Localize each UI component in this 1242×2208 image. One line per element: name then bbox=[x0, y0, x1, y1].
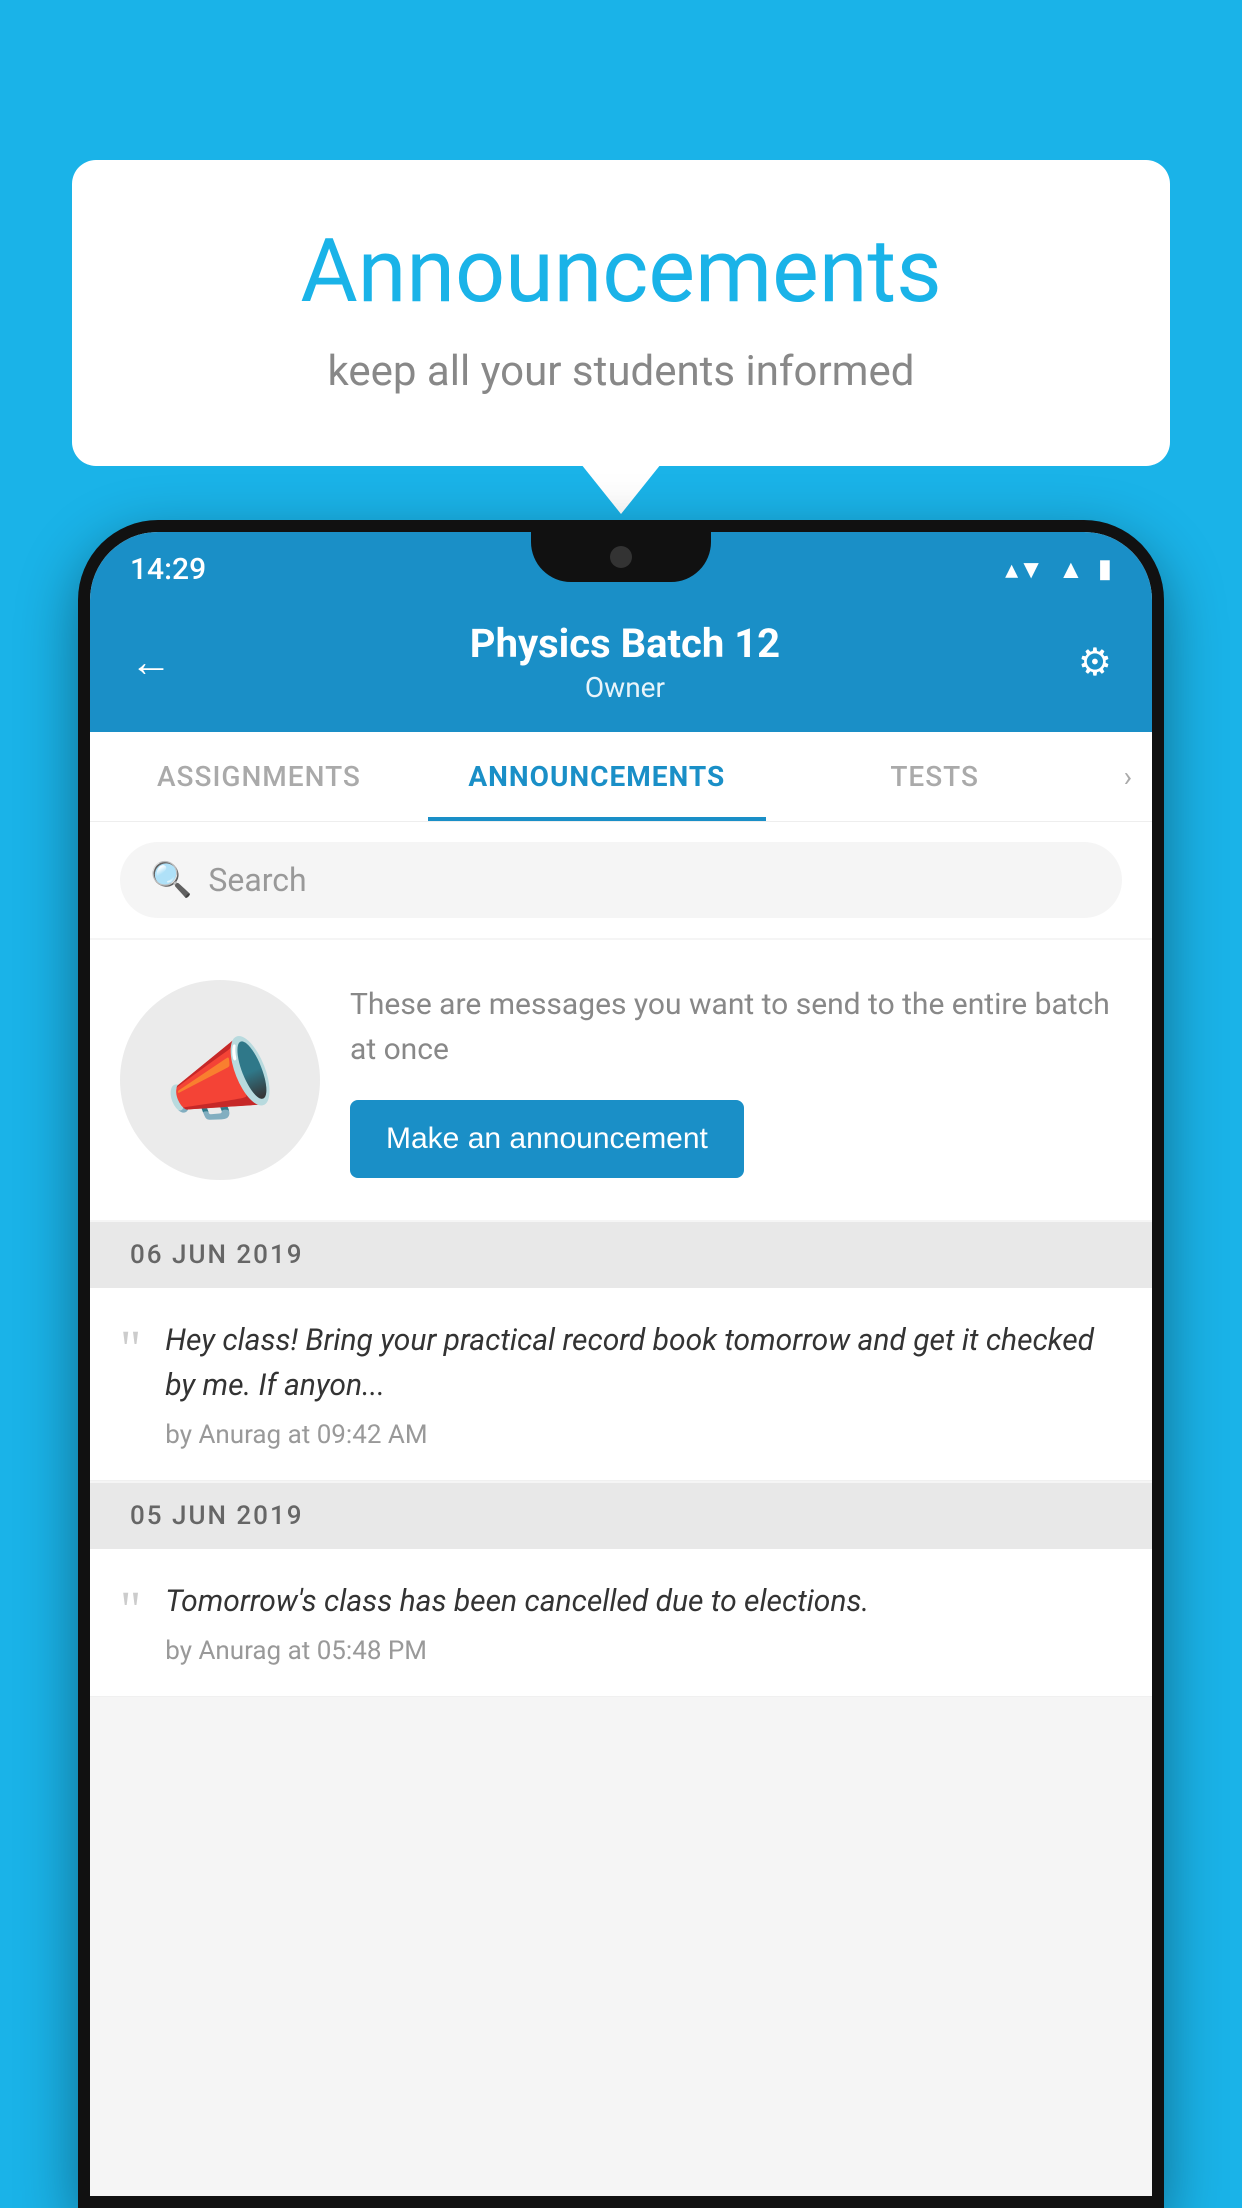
bubble-title: Announcements bbox=[152, 220, 1090, 323]
tab-announcements[interactable]: ANNOUNCEMENTS bbox=[428, 732, 766, 821]
promo-section: 📣 These are messages you want to send to… bbox=[90, 940, 1152, 1220]
announcement-meta-2: by Anurag at 05:48 PM bbox=[165, 1636, 1122, 1666]
announcement-item-2[interactable]: " Tomorrow's class has been cancelled du… bbox=[90, 1549, 1152, 1697]
announcement-content-2: Tomorrow's class has been cancelled due … bbox=[165, 1579, 1122, 1666]
signal-icon: ▲ bbox=[1058, 554, 1084, 585]
promo-icon-circle: 📣 bbox=[120, 980, 320, 1180]
search-icon: 🔍 bbox=[150, 860, 192, 900]
bubble-subtitle: keep all your students informed bbox=[152, 347, 1090, 396]
announcement-item-1[interactable]: " Hey class! Bring your practical record… bbox=[90, 1288, 1152, 1481]
announcement-text-2: Tomorrow's class has been cancelled due … bbox=[165, 1579, 1122, 1624]
promo-text: These are messages you want to send to t… bbox=[350, 982, 1122, 1072]
back-button[interactable]: ← bbox=[130, 638, 172, 687]
tab-more[interactable]: › bbox=[1104, 732, 1152, 821]
status-time: 14:29 bbox=[130, 552, 206, 587]
tab-bar: ASSIGNMENTS ANNOUNCEMENTS TESTS › bbox=[90, 732, 1152, 822]
quote-icon-2: " bbox=[120, 1585, 141, 1637]
app-header: ← Physics Batch 12 Owner ⚙ bbox=[90, 596, 1152, 732]
header-title: Physics Batch 12 bbox=[172, 620, 1078, 667]
search-bar[interactable]: 🔍 Search bbox=[120, 842, 1122, 918]
search-container: 🔍 Search bbox=[90, 822, 1152, 938]
phone-notch bbox=[531, 532, 711, 582]
header-subtitle: Owner bbox=[172, 671, 1078, 704]
speech-bubble: Announcements keep all your students inf… bbox=[72, 160, 1170, 466]
phone-screen: 14:29 ▴▼ ▲ ▮ ← Physics Batch 12 Owner ⚙ … bbox=[90, 532, 1152, 2196]
wifi-icon: ▴▼ bbox=[1005, 554, 1044, 585]
front-camera bbox=[610, 546, 632, 568]
battery-icon: ▮ bbox=[1098, 554, 1112, 584]
date-separator-1: 06 JUN 2019 bbox=[90, 1222, 1152, 1288]
date-separator-2: 05 JUN 2019 bbox=[90, 1483, 1152, 1549]
content-area: 🔍 Search 📣 These are messages you want t… bbox=[90, 822, 1152, 2196]
settings-icon[interactable]: ⚙ bbox=[1078, 640, 1112, 685]
announcement-text-1: Hey class! Bring your practical record b… bbox=[165, 1318, 1122, 1408]
announcement-meta-1: by Anurag at 09:42 AM bbox=[165, 1420, 1122, 1450]
announcement-content-1: Hey class! Bring your practical record b… bbox=[165, 1318, 1122, 1450]
megaphone-icon: 📣 bbox=[164, 1028, 276, 1133]
status-icons: ▴▼ ▲ ▮ bbox=[1005, 554, 1112, 585]
tab-tests[interactable]: TESTS bbox=[766, 732, 1104, 821]
quote-icon-1: " bbox=[120, 1324, 141, 1376]
search-placeholder: Search bbox=[208, 861, 306, 899]
tab-assignments[interactable]: ASSIGNMENTS bbox=[90, 732, 428, 821]
make-announcement-button[interactable]: Make an announcement bbox=[350, 1100, 744, 1178]
promo-right: These are messages you want to send to t… bbox=[350, 982, 1122, 1178]
phone-frame: 14:29 ▴▼ ▲ ▮ ← Physics Batch 12 Owner ⚙ … bbox=[78, 520, 1164, 2208]
header-center: Physics Batch 12 Owner bbox=[172, 620, 1078, 704]
